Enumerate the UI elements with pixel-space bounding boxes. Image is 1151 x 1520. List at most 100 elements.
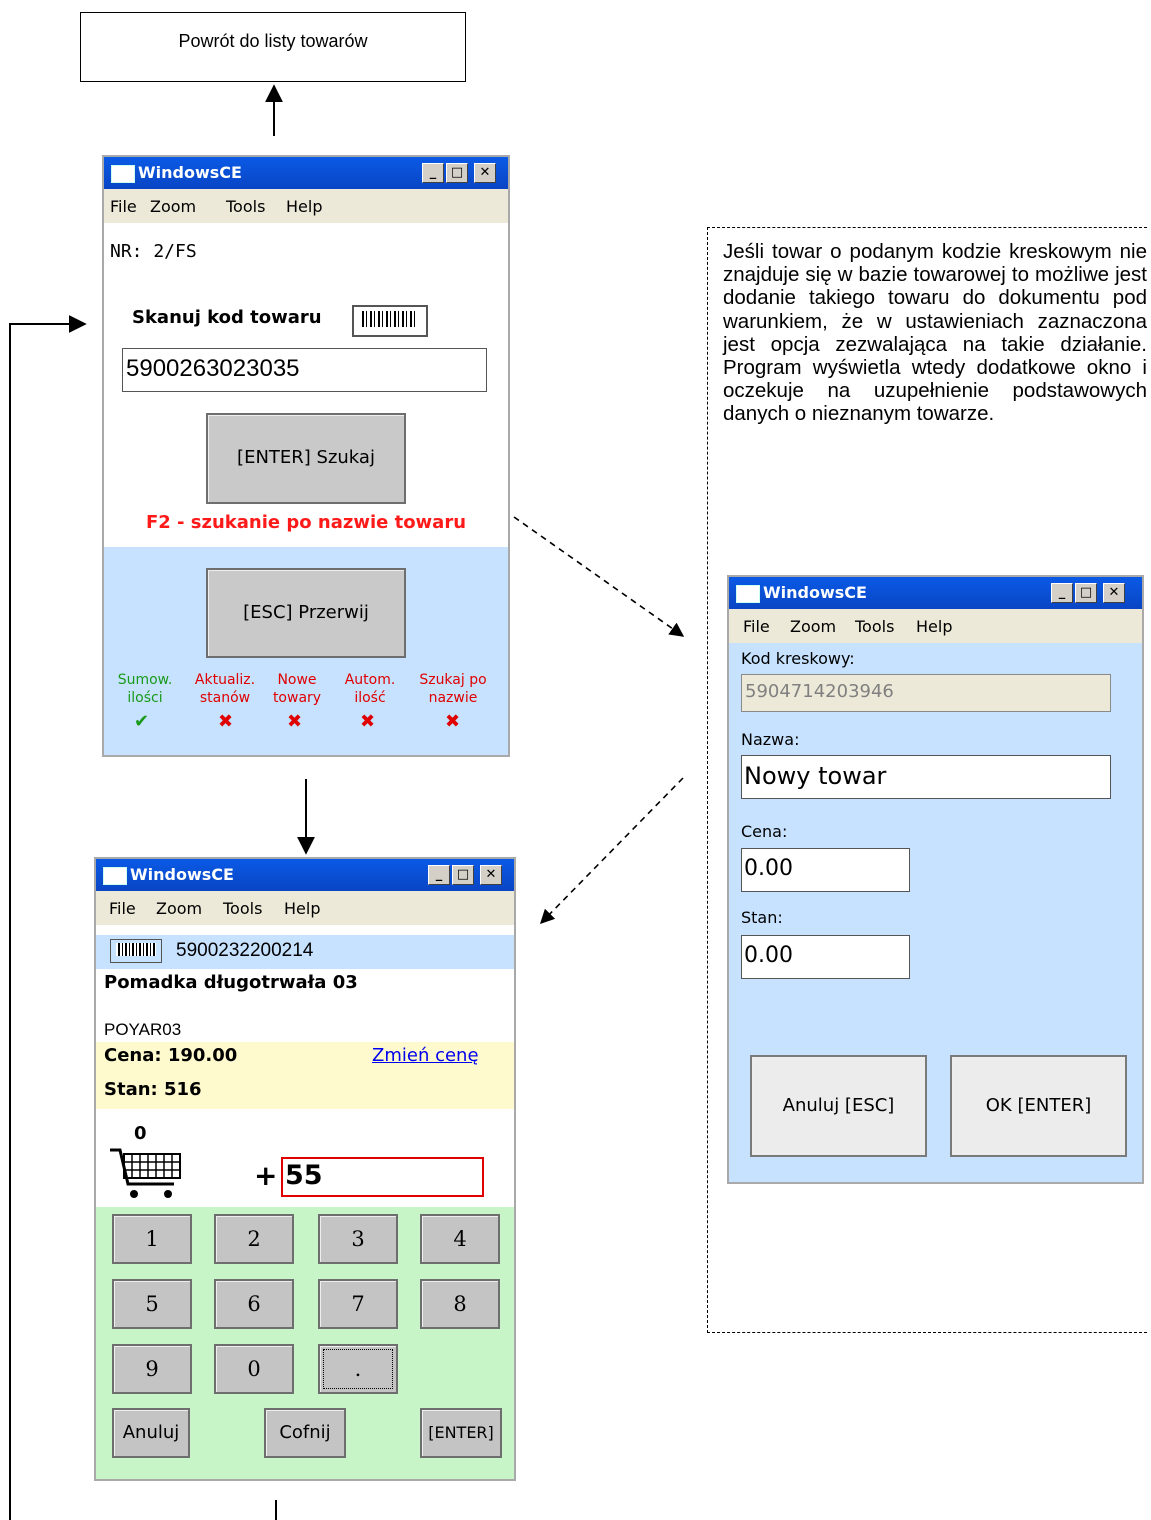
key-9[interactable]: 9 (112, 1344, 192, 1394)
key-8[interactable]: 8 (420, 1279, 500, 1329)
hint-text: F2 - szukanie po nazwie towaru (145, 512, 467, 533)
window-icon (103, 867, 127, 885)
minimize-button[interactable]: _ (428, 865, 450, 885)
menu-help[interactable]: Help (916, 617, 952, 636)
maximize-button[interactable]: □ (452, 865, 474, 885)
key-7[interactable]: 7 (318, 1279, 398, 1329)
flag-search-name: Szukaj po nazwie (410, 671, 496, 707)
barcode-input[interactable]: 5900263023035 (122, 348, 487, 392)
check-icon: ✔ (134, 711, 150, 732)
title-bar: WindowsCE _ □ ✕ (729, 577, 1142, 609)
stock-input[interactable]: 0.00 (741, 935, 910, 979)
cancel-button[interactable]: Anuluj (112, 1408, 190, 1458)
menu-help[interactable]: Help (284, 899, 320, 918)
window-title: WindowsCE (138, 163, 242, 182)
key-5[interactable]: 5 (112, 1279, 192, 1329)
ok-button[interactable]: OK [ENTER] (950, 1055, 1127, 1157)
close-button[interactable]: ✕ (1103, 583, 1125, 603)
menu-tools[interactable]: Tools (223, 899, 262, 918)
cross-icon: ✖ (218, 711, 234, 732)
quantity-window: WindowsCE _ □ ✕ File Zoom Tools Help 590… (94, 857, 516, 1481)
cancel-button[interactable]: Anuluj [ESC] (750, 1055, 927, 1157)
menu-help[interactable]: Help (286, 197, 322, 216)
menu-tools[interactable]: Tools (855, 617, 894, 636)
key-4[interactable]: 4 (420, 1214, 500, 1264)
flag-search-name-line2: nazwie (428, 690, 478, 706)
window-title: WindowsCE (763, 583, 867, 602)
flag-search-name-line1: Szukaj po (419, 672, 487, 688)
back-to-list-label: Powrót do listy towarów (178, 31, 368, 51)
window-icon (111, 165, 135, 183)
back-button[interactable]: Cofnij (264, 1408, 346, 1458)
quantity-input[interactable]: 55 (281, 1157, 484, 1197)
key-0[interactable]: 0 (214, 1344, 294, 1394)
flag-update-stock-line2: stanów (199, 690, 251, 706)
barcode-label: Kod kreskowy: (741, 649, 855, 668)
window-title: WindowsCE (130, 865, 234, 884)
price-panel: Cena: 190.00 Zmień cenę Stan: 516 (96, 1042, 514, 1109)
search-button[interactable]: [ENTER] Szukaj (206, 413, 406, 504)
menu-zoom[interactable]: Zoom (790, 617, 836, 636)
menu-bar: File Zoom Tools Help (96, 891, 514, 925)
flag-sum-qty: Sumow. ilości (110, 671, 180, 707)
flag-auto-qty-line2: ilość (354, 690, 386, 706)
menu-tools[interactable]: Tools (226, 197, 265, 216)
flag-auto-qty: Autom. ilość (336, 671, 404, 707)
dashed-arrow-to-qty (539, 777, 684, 925)
flag-sum-qty-line2: ilości (127, 690, 163, 706)
key-3[interactable]: 3 (318, 1214, 398, 1264)
title-bar: WindowsCE _ □ ✕ (96, 859, 514, 891)
menu-file[interactable]: File (109, 899, 136, 918)
cross-icon: ✖ (360, 711, 376, 732)
menu-zoom[interactable]: Zoom (150, 197, 196, 216)
change-price-link[interactable]: Zmień cenę (372, 1045, 479, 1066)
flag-auto-qty-line1: Autom. (344, 672, 396, 688)
barcode-icon (352, 305, 428, 337)
doc-number: NR: 2/FS (110, 241, 197, 262)
key-2[interactable]: 2 (214, 1214, 294, 1264)
menu-bar: File Zoom Tools Help (729, 609, 1142, 643)
cross-icon: ✖ (287, 711, 303, 732)
flag-sum-qty-line1: Sumow. (117, 672, 173, 688)
scan-label: Skanuj kod towaru (132, 307, 322, 328)
back-to-list-box: Powrót do listy towarów (80, 12, 466, 82)
enter-button[interactable]: [ENTER] (420, 1408, 502, 1458)
key-6[interactable]: 6 (214, 1279, 294, 1329)
flag-update-stock: Aktualiz. stanów (184, 671, 266, 707)
barcode-row: 5900232200214 (96, 935, 514, 969)
menu-zoom[interactable]: Zoom (156, 899, 202, 918)
key-dot[interactable]: . (318, 1344, 398, 1394)
stock-text: Stan: 516 (104, 1079, 202, 1100)
maximize-button[interactable]: □ (446, 163, 468, 183)
scan-window: WindowsCE _ □ ✕ File Zoom Tools Help NR:… (102, 155, 510, 757)
price-text: Cena: 190.00 (104, 1045, 238, 1066)
stock-label: Stan: (741, 908, 783, 927)
flag-new-items-line1: Nowe (277, 672, 317, 688)
menu-file[interactable]: File (743, 617, 770, 636)
minimize-button[interactable]: _ (1051, 583, 1073, 603)
close-button[interactable]: ✕ (480, 865, 502, 885)
product-code: POYAR03 (104, 1020, 182, 1039)
key-1[interactable]: 1 (112, 1214, 192, 1264)
product-name: Pomadka długotrwała 03 (104, 972, 358, 993)
barcode-value: 5900232200214 (176, 940, 314, 961)
maximize-button[interactable]: □ (1075, 583, 1097, 603)
flag-update-stock-line1: Aktualiz. (194, 672, 256, 688)
minimize-button[interactable]: _ (422, 163, 444, 183)
note-text: Jeśli towar o podanym kodzie kreskowym n… (723, 240, 1147, 426)
menu-file[interactable]: File (110, 197, 137, 216)
cancel-button[interactable]: [ESC] Przerwij (206, 568, 406, 658)
name-input[interactable]: Nowy towar (741, 755, 1111, 799)
flag-new-items-line2: towary (272, 690, 322, 706)
title-bar: WindowsCE _ □ ✕ (104, 157, 508, 189)
close-button[interactable]: ✕ (474, 163, 496, 183)
menu-bar: File Zoom Tools Help (104, 189, 508, 223)
plus-sign: + (254, 1159, 278, 1192)
price-input[interactable]: 0.00 (741, 848, 910, 892)
new-item-window: WindowsCE _ □ ✕ File Zoom Tools Help Kod… (727, 575, 1144, 1184)
barcode-icon (110, 939, 162, 963)
price-label: Cena: (741, 822, 788, 841)
dashed-arrow-to-new-item (513, 516, 685, 637)
name-label: Nazwa: (741, 730, 800, 749)
cart-count: 0 (134, 1123, 147, 1144)
